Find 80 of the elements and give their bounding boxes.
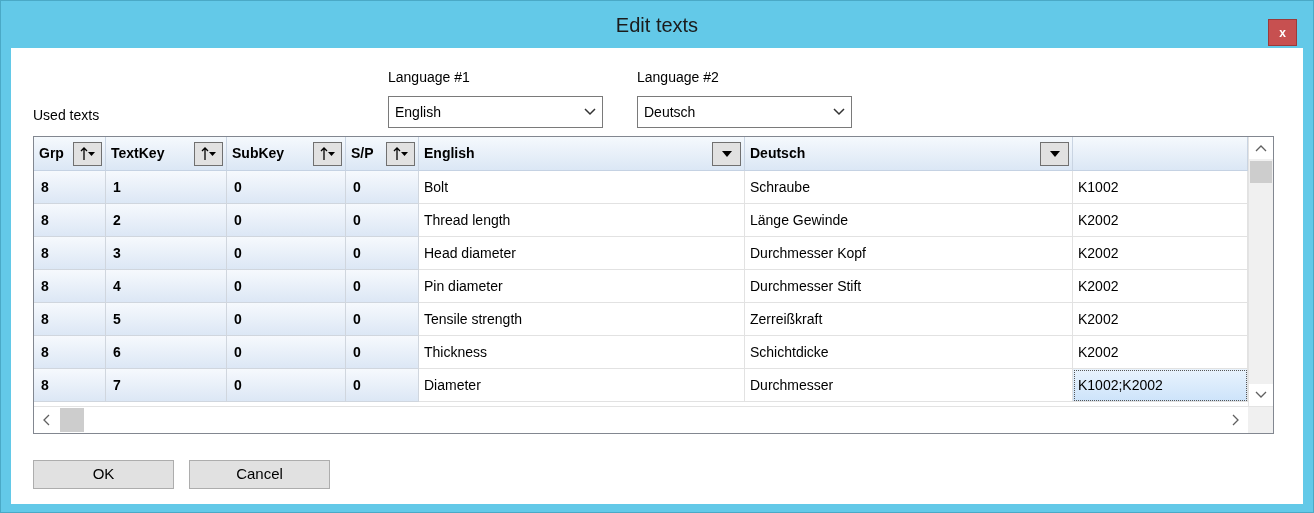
key-cell: 0 bbox=[346, 336, 419, 369]
key-cell: 0 bbox=[227, 336, 346, 369]
key-cell: 0 bbox=[227, 171, 346, 204]
sort-icon bbox=[319, 145, 336, 162]
table-cell[interactable]: Zerreißkraft bbox=[745, 303, 1073, 336]
window-title: Edit texts bbox=[615, 12, 699, 38]
table-cell[interactable]: Thread length bbox=[419, 204, 745, 237]
language-dropdown[interactable]: Deutsch bbox=[637, 96, 852, 128]
column-header: Deutsch bbox=[750, 144, 806, 163]
dialog-button[interactable]: OK bbox=[33, 460, 174, 489]
chevron-down-icon bbox=[584, 108, 596, 116]
table-cell[interactable]: Diameter bbox=[419, 369, 745, 402]
table-cell[interactable]: Head diameter bbox=[419, 237, 745, 270]
table-cell[interactable]: Länge Gewinde bbox=[745, 204, 1073, 237]
field-label: Language #1 bbox=[388, 68, 471, 87]
key-cell: 0 bbox=[346, 369, 419, 402]
column-header: TextKey bbox=[111, 144, 165, 163]
scroll-left-icon[interactable] bbox=[42, 414, 50, 426]
key-cell: 0 bbox=[227, 369, 346, 402]
column-header: S/P bbox=[351, 144, 374, 163]
table-cell[interactable]: Durchmesser Stift bbox=[745, 270, 1073, 303]
key-cell: 8 bbox=[34, 303, 106, 336]
scroll-up-icon[interactable] bbox=[1255, 144, 1267, 152]
key-cell: 0 bbox=[346, 171, 419, 204]
key-cell: 8 bbox=[34, 336, 106, 369]
scroll-thumb[interactable] bbox=[60, 408, 84, 432]
sort-button[interactable] bbox=[194, 141, 223, 166]
filter-dropdown-button[interactable] bbox=[1040, 141, 1069, 166]
key-cell: 2 bbox=[106, 204, 227, 237]
dropdown-arrow-icon bbox=[1048, 149, 1061, 158]
chevron-down-icon bbox=[833, 108, 845, 116]
key-cell: 0 bbox=[227, 270, 346, 303]
close-button[interactable]: x bbox=[1268, 19, 1297, 46]
key-cell: 5 bbox=[106, 303, 227, 336]
key-cell: 4 bbox=[106, 270, 227, 303]
key-cell: 8 bbox=[34, 270, 106, 303]
sort-button[interactable] bbox=[73, 141, 102, 166]
key-cell: 1 bbox=[106, 171, 227, 204]
sort-icon bbox=[79, 145, 96, 162]
section-label: Used texts bbox=[33, 106, 101, 125]
table-cell[interactable]: K1002;K2002 bbox=[1073, 369, 1248, 402]
key-cell: 7 bbox=[106, 369, 227, 402]
key-cell: 6 bbox=[106, 336, 227, 369]
key-cell: 0 bbox=[346, 270, 419, 303]
language-dropdown[interactable]: English bbox=[388, 96, 603, 128]
column-header: English bbox=[424, 144, 475, 163]
vertical-scrollbar[interactable] bbox=[1248, 137, 1273, 406]
key-cell: 8 bbox=[34, 369, 106, 402]
horizontal-scrollbar[interactable] bbox=[34, 407, 1248, 433]
key-cell: 0 bbox=[346, 303, 419, 336]
table-cell[interactable]: Schichtdicke bbox=[745, 336, 1073, 369]
scroll-down-icon[interactable] bbox=[1255, 391, 1267, 399]
field-label: Language #2 bbox=[637, 68, 720, 87]
key-cell: 8 bbox=[34, 204, 106, 237]
table-cell[interactable]: Thickness bbox=[419, 336, 745, 369]
sort-icon bbox=[200, 145, 217, 162]
table-cell[interactable]: Schraube bbox=[745, 171, 1073, 204]
key-cell: 8 bbox=[34, 171, 106, 204]
key-cell: 0 bbox=[346, 204, 419, 237]
key-cell: 0 bbox=[346, 237, 419, 270]
dropdown-arrow-icon bbox=[720, 149, 733, 158]
sort-icon bbox=[392, 145, 409, 162]
scroll-right-icon[interactable] bbox=[1232, 414, 1240, 426]
table-cell[interactable]: Durchmesser Kopf bbox=[745, 237, 1073, 270]
table-cell[interactable]: Bolt bbox=[419, 171, 745, 204]
column-header: Grp bbox=[39, 144, 64, 163]
sort-button[interactable] bbox=[313, 141, 342, 166]
sort-button[interactable] bbox=[386, 141, 415, 166]
key-cell: 0 bbox=[227, 303, 346, 336]
table-cell[interactable]: Pin diameter bbox=[419, 270, 745, 303]
key-cell: 8 bbox=[34, 237, 106, 270]
key-cell: 3 bbox=[106, 237, 227, 270]
key-cell: 0 bbox=[227, 204, 346, 237]
column-header: SubKey bbox=[232, 144, 285, 163]
key-cell: 0 bbox=[227, 237, 346, 270]
scroll-thumb[interactable] bbox=[1250, 161, 1272, 183]
dialog-button[interactable]: Cancel bbox=[189, 460, 330, 489]
table-cell[interactable]: Tensile strength bbox=[419, 303, 745, 336]
filter-dropdown-button[interactable] bbox=[712, 141, 741, 166]
table-cell[interactable]: Durchmesser bbox=[745, 369, 1073, 402]
